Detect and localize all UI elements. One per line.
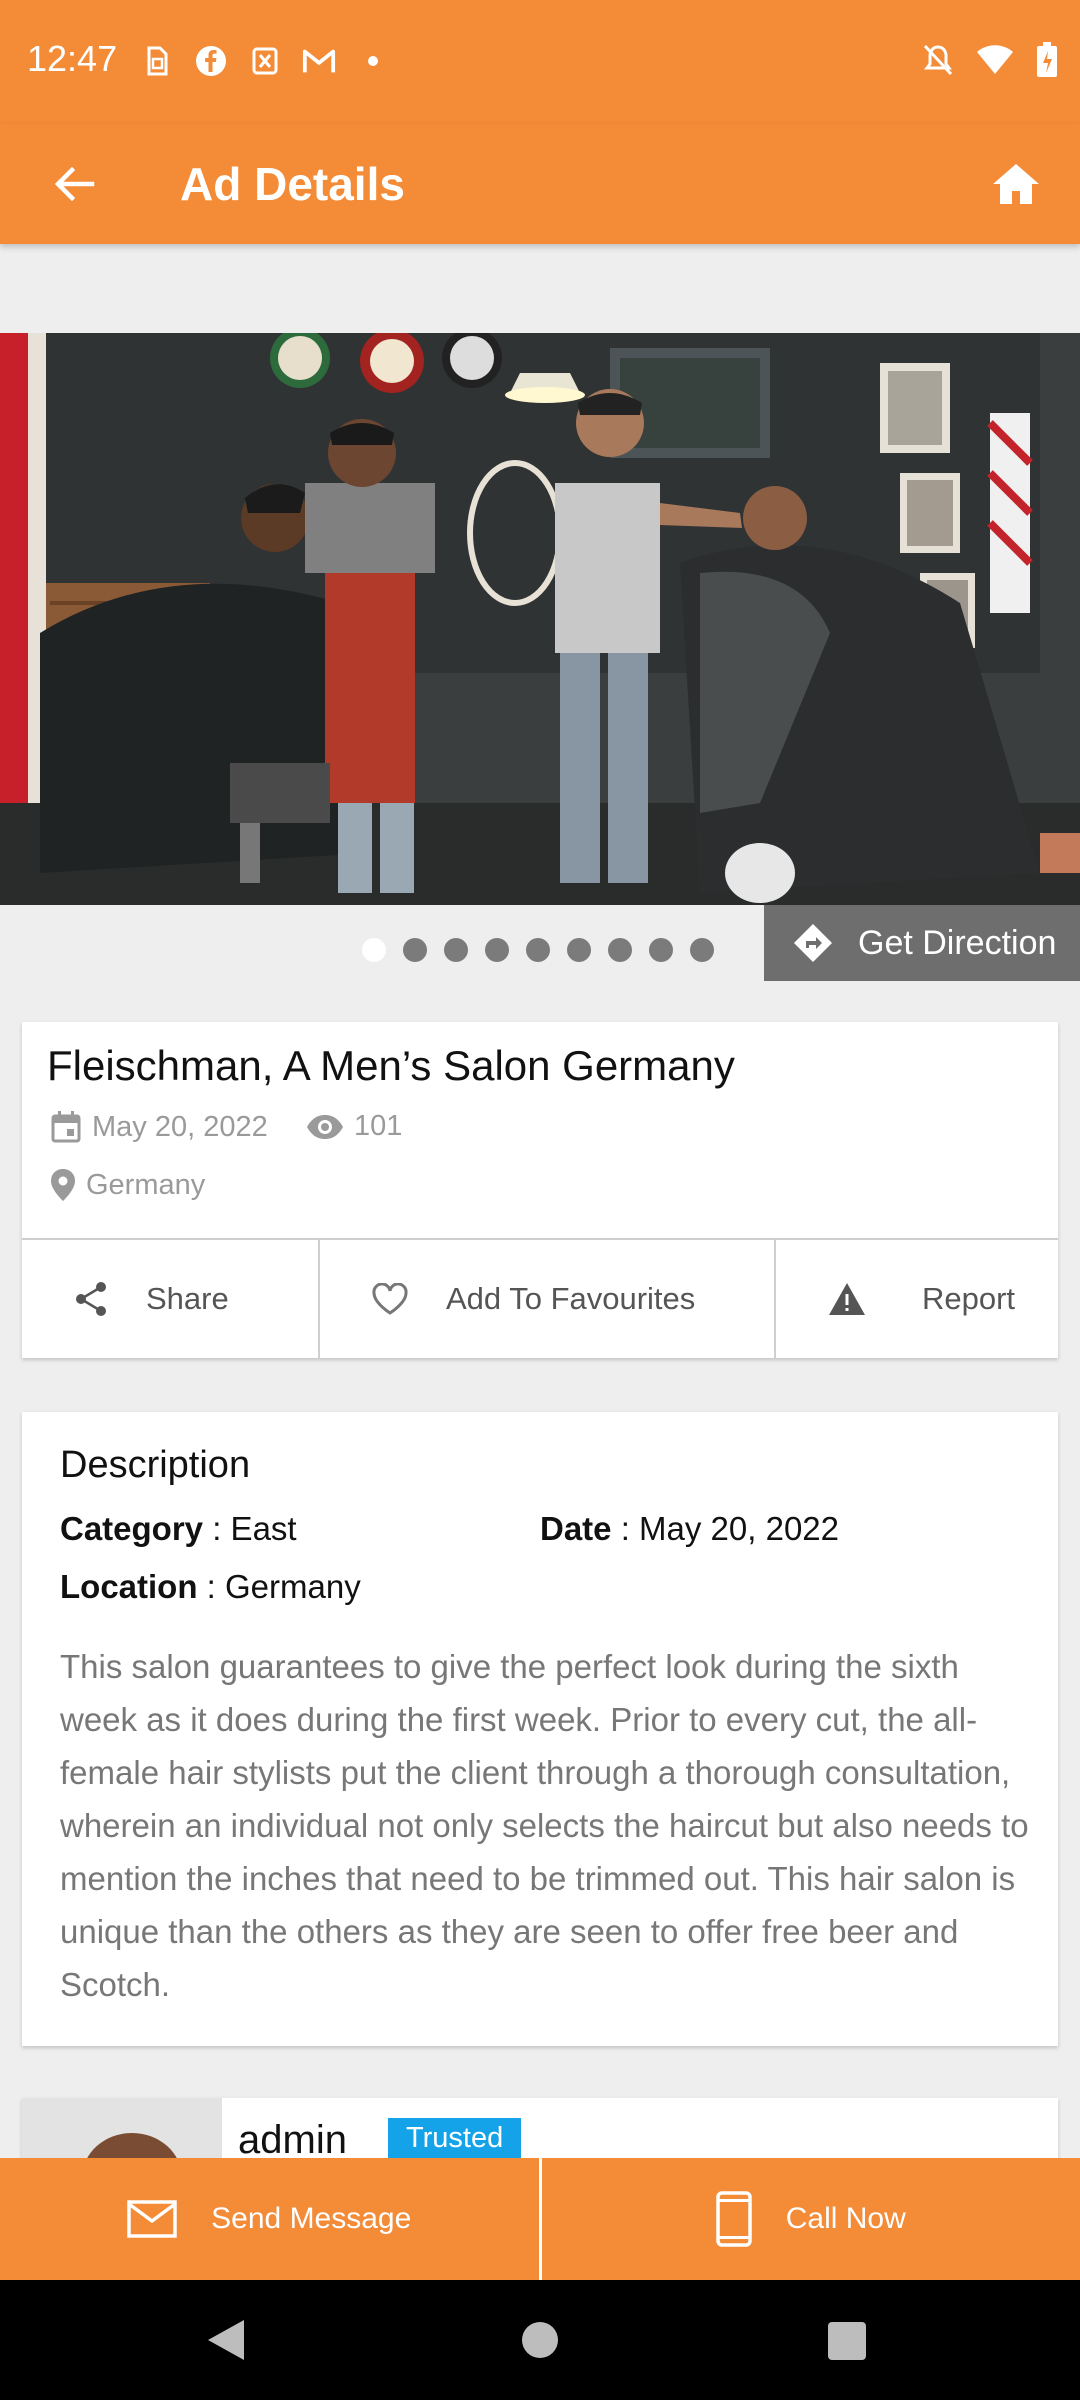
nav-recents-icon[interactable]	[828, 2322, 866, 2360]
ad-title: Fleischman, A Men’s Salon Germany	[47, 1042, 735, 1089]
location-field: Location : Germany	[60, 1568, 361, 1606]
status-time: 12:47	[27, 38, 118, 79]
description-card: Description Category : East Date : May 2…	[22, 1412, 1058, 2046]
battery-icon	[1036, 42, 1058, 83]
home-icon	[993, 164, 1039, 204]
sim-icon	[140, 44, 174, 78]
gmail-icon	[302, 44, 336, 78]
call-now-label: Call Now	[785, 2202, 906, 2235]
mail-icon	[127, 2200, 177, 2238]
app-bar: Ad Details	[0, 124, 1080, 244]
report-button[interactable]: Report	[774, 1240, 1058, 1358]
add-to-favourites-label: Add To Favourites	[446, 1281, 696, 1316]
share-button[interactable]: Share	[22, 1240, 318, 1358]
back-button[interactable]	[40, 150, 108, 218]
directions-icon	[794, 924, 832, 962]
arrow-left-icon	[54, 166, 95, 202]
ad-date-row: May 20, 2022	[50, 1110, 268, 1144]
heart-outline-icon	[372, 1283, 408, 1315]
facebook-icon	[194, 44, 228, 78]
status-bar: 12:47	[0, 0, 1080, 124]
ad-image-carousel[interactable]	[0, 333, 1080, 905]
ad-actions: Share Add To Favourites Report	[22, 1238, 1058, 1358]
share-label: Share	[146, 1281, 229, 1316]
nav-back-icon[interactable]	[206, 2318, 246, 2362]
get-direction-button[interactable]: Get Direction	[764, 905, 1080, 981]
page-title: Ad Details	[180, 158, 405, 210]
location-value: : Germany	[197, 1568, 361, 1605]
barbershop-photo	[0, 333, 1080, 905]
excel-icon	[248, 44, 282, 78]
system-nav-bar	[0, 2280, 1080, 2400]
ad-date: May 20, 2022	[92, 1110, 268, 1143]
carousel-dot[interactable]	[485, 938, 509, 962]
screen: 12:47 Ad Details Get Direction Fleischma…	[0, 0, 1080, 2400]
calendar-icon	[51, 1111, 81, 1143]
location-label: Location	[60, 1568, 198, 1605]
report-label: Report	[922, 1281, 1016, 1316]
nav-home-icon[interactable]	[522, 2322, 558, 2358]
share-icon	[76, 1282, 106, 1316]
date-value: : May 20, 2022	[611, 1510, 840, 1547]
category-value: : East	[203, 1510, 297, 1547]
carousel-dot-active[interactable]	[362, 938, 386, 962]
eye-icon	[307, 1114, 343, 1139]
description-heading: Description	[60, 1444, 251, 1486]
contact-bar: Send Message Call Now	[0, 2158, 1080, 2280]
carousel-indicators	[362, 938, 714, 962]
carousel-dot[interactable]	[526, 938, 550, 962]
category-field: Category : East	[60, 1510, 297, 1548]
carousel-dot[interactable]	[608, 938, 632, 962]
notification-icons	[140, 44, 390, 78]
ad-location: Germany	[86, 1168, 206, 1201]
carousel-dot[interactable]	[567, 938, 591, 962]
category-label: Category	[60, 1510, 204, 1547]
ad-views-row: 101	[306, 1110, 402, 1143]
trusted-badge: Trusted	[388, 2118, 522, 2159]
date-field: Date : May 20, 2022	[540, 1510, 839, 1548]
get-direction-label: Get Direction	[858, 923, 1057, 962]
carousel-dot[interactable]	[444, 938, 468, 962]
send-message-label: Send Message	[211, 2202, 412, 2235]
description-body: This salon guarantees to give the perfec…	[60, 1648, 1029, 2003]
seller-name: admin	[238, 2118, 347, 2162]
phone-icon	[715, 2191, 752, 2247]
send-message-button[interactable]: Send Message	[0, 2158, 539, 2280]
warning-icon	[829, 1283, 865, 1315]
mute-bell-icon	[922, 43, 954, 82]
ad-summary-card: Fleischman, A Men’s Salon Germany May 20…	[22, 1022, 1058, 1358]
carousel-dot[interactable]	[403, 938, 427, 962]
call-now-button[interactable]: Call Now	[538, 2158, 1080, 2280]
home-button[interactable]	[982, 150, 1050, 218]
carousel-dot[interactable]	[649, 938, 673, 962]
system-status-icons	[922, 42, 1058, 83]
date-label: Date	[540, 1510, 612, 1547]
wifi-icon	[976, 44, 1014, 81]
carousel-dot[interactable]	[690, 938, 714, 962]
ad-views: 101	[354, 1110, 403, 1142]
location-pin-icon	[51, 1169, 75, 1201]
add-to-favourites-button[interactable]: Add To Favourites	[318, 1240, 774, 1358]
more-notifications-dot-icon	[356, 44, 390, 78]
ad-location-row: Germany	[50, 1168, 205, 1202]
